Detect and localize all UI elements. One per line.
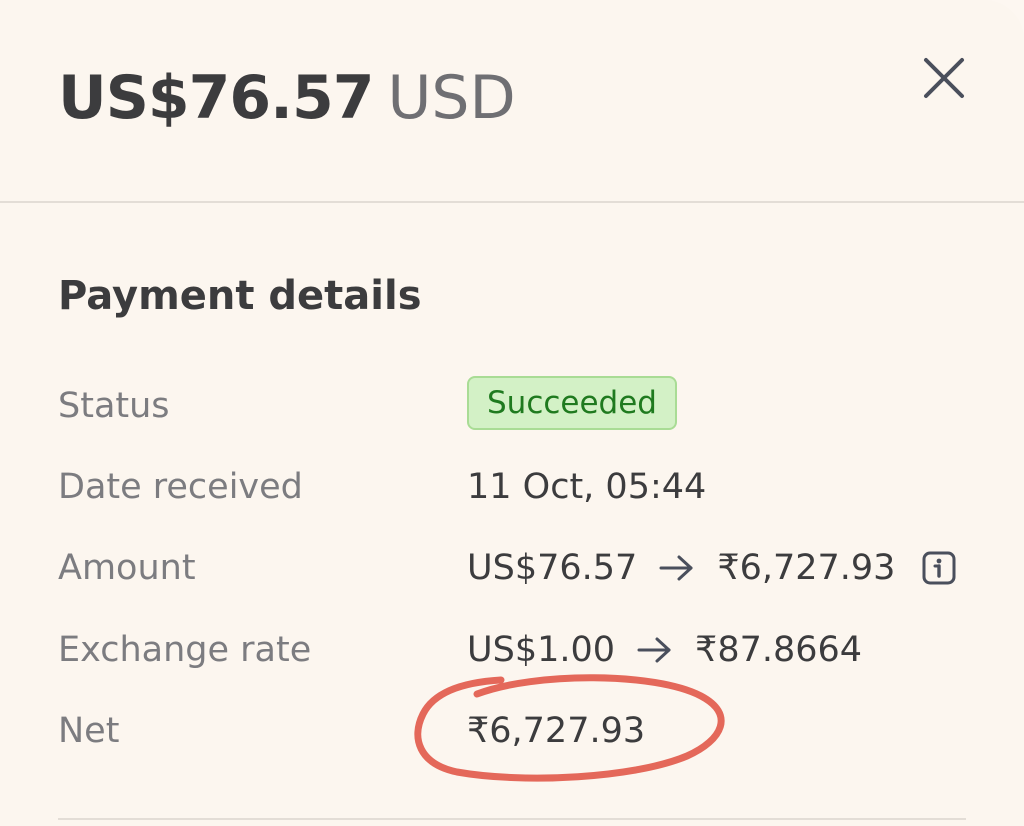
detail-row-exchange-rate: Exchange rate US$1.00 ₹87.8664 (0, 620, 1024, 680)
detail-row-date-received: Date received 11 Oct, 05:44 (0, 457, 1024, 517)
section-title: Payment details (58, 273, 422, 319)
footer-divider (58, 818, 966, 820)
header-divider (0, 201, 1024, 203)
payment-amount-title: US$76.57 USD (58, 62, 516, 149)
status-badge: Succeeded (467, 376, 677, 430)
amount-value: US$76.57 ₹6,727.93 (467, 538, 957, 598)
exchange-rate-label: Exchange rate (58, 630, 312, 670)
payment-currency: USD (387, 63, 516, 133)
payment-detail-panel: US$76.57 USD Payment details Status Succe… (0, 0, 1024, 826)
arrow-right-icon (659, 555, 693, 581)
exchange-rate-value: US$1.00 ₹87.8664 (467, 620, 862, 680)
net-label: Net (58, 711, 120, 751)
exchange-rate-to: ₹87.8664 (695, 630, 863, 670)
detail-row-net: Net ₹6,727.93 (0, 701, 1024, 761)
amount-from: US$76.57 (467, 548, 638, 588)
amount-label: Amount (58, 548, 196, 588)
status-label: Status (58, 386, 170, 426)
close-icon (924, 58, 964, 98)
amount-to: ₹6,727.93 (717, 548, 896, 588)
status-value: Succeeded (467, 376, 677, 430)
info-icon[interactable] (921, 550, 957, 586)
date-received-value: 11 Oct, 05:44 (467, 467, 707, 507)
close-button[interactable] (916, 50, 972, 106)
net-value: ₹6,727.93 (467, 711, 646, 751)
panel-header: US$76.57 USD (0, 0, 1024, 203)
detail-row-status: Status Succeeded (0, 376, 1024, 436)
detail-row-amount: Amount US$76.57 ₹6,727.93 (0, 538, 1024, 598)
arrow-right-icon (637, 637, 671, 663)
date-received-label: Date received (58, 467, 303, 507)
exchange-rate-from: US$1.00 (467, 630, 616, 670)
payment-amount: US$76.57 (58, 63, 374, 133)
